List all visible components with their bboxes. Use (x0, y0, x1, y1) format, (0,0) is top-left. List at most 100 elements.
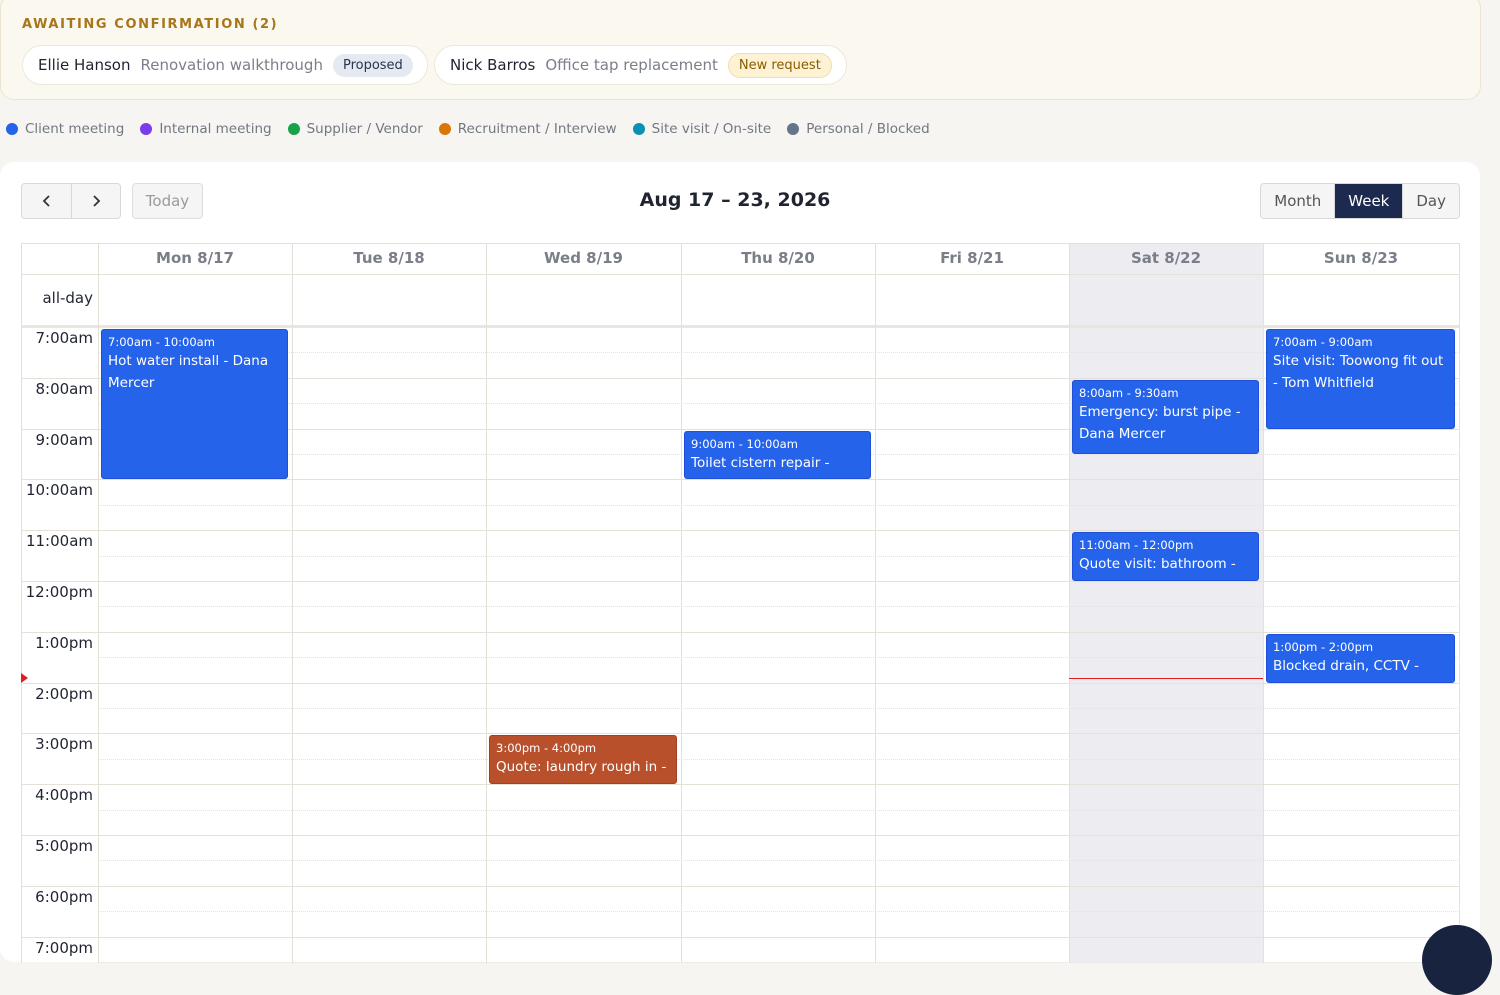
calendar-event[interactable]: 3:00pm - 4:00pm Quote: laundry rough in - (489, 735, 677, 785)
highlighted-day-column (1069, 243, 1263, 963)
column-line (486, 243, 487, 963)
hour-line (21, 631, 1460, 633)
time-label: 8:00am (35, 379, 94, 398)
date-range-title: Aug 17 – 23, 2026 (639, 189, 831, 211)
column-line (875, 243, 876, 963)
legend-dot (140, 123, 153, 135)
event-title: Hot water install - Dana Mercer (108, 353, 269, 391)
legend-item-personal-blocked: Personal / Blocked (787, 121, 930, 137)
awaiting-confirmation-panel: AWAITING CONFIRMATION (2) Ellie Hanson R… (0, 0, 1481, 100)
event-time: 1:00pm - 2:00pm (1273, 639, 1374, 654)
floating-action-button[interactable] (1422, 925, 1492, 995)
chevron-right-icon (93, 195, 101, 207)
column-line (1459, 243, 1460, 963)
time-label: 7:00pm (35, 938, 93, 957)
status-badge: Proposed (332, 53, 413, 77)
time-label: 5:00pm (35, 837, 93, 855)
view-day-button[interactable]: Day (1402, 184, 1459, 218)
awaiting-title: AWAITING CONFIRMATION (2) (22, 17, 279, 32)
event-time: 8:00am - 9:30am (1079, 385, 1179, 400)
allday-divider (21, 325, 1460, 328)
legend-item-supplier-vendor: Supplier / Vendor (287, 121, 423, 137)
today-button[interactable]: Today (132, 183, 203, 219)
view-switcher: Month Week Day (1260, 183, 1460, 219)
time-label: 2:00pm (35, 684, 93, 703)
half-hour-line (98, 657, 1460, 659)
request-name: Nick Barros (450, 56, 536, 74)
legend-dot (787, 123, 800, 135)
column-line (21, 243, 22, 963)
event-title: Emergency: burst pipe - Dana Mercer (1079, 403, 1241, 442)
event-time: 7:00am - 9:00am (1273, 335, 1373, 349)
hour-line (21, 479, 1460, 481)
day-header[interactable]: Sat 8/22 (1069, 243, 1263, 274)
legend-label: Supplier / Vendor (306, 121, 423, 137)
event-title: Quote visit: bathroom - (1079, 556, 1236, 573)
event-time: 3:00pm - 4:00pm (496, 741, 597, 756)
calendar-event[interactable]: 1:00pm - 2:00pm Blocked drain, CCTV - (1266, 633, 1455, 683)
column-line (98, 243, 99, 963)
day-header[interactable]: Thu 8/20 (681, 243, 875, 274)
event-time: 9:00am - 10:00am (691, 436, 798, 451)
column-line (1069, 243, 1070, 963)
calendar-event[interactable]: 7:00am - 9:00am Site visit: Toowong fit o… (1266, 329, 1455, 429)
legend-item-site-visit: Site visit / On-site (632, 121, 771, 137)
half-hour-line (98, 352, 1460, 354)
request-description: Renovation walkthrough (140, 56, 323, 74)
half-hour-line (98, 708, 1460, 709)
now-indicator-line (1069, 678, 1263, 680)
half-hour-line (98, 809, 1460, 811)
now-indicator-marker (21, 673, 28, 684)
day-header[interactable]: Fri 8/21 (875, 243, 1069, 274)
hour-line (21, 530, 1460, 532)
column-line (681, 243, 682, 963)
date-nav-group (21, 183, 121, 219)
day-header[interactable]: Mon 8/17 (98, 243, 292, 274)
half-hour-line (98, 606, 1460, 608)
view-month-button[interactable]: Month (1261, 184, 1335, 218)
time-label: 9:00am (35, 430, 94, 449)
hour-line (21, 733, 1460, 735)
request-chip-ellie-hanson[interactable]: Ellie Hanson Renovation walkthrough Prop… (22, 45, 428, 85)
hour-line (21, 682, 1460, 684)
time-label: 6:00pm (35, 887, 93, 906)
event-time: 11:00am - 12:00pm (1079, 538, 1194, 553)
time-label: 3:00pm (35, 735, 93, 754)
prev-week-button[interactable] (22, 184, 71, 218)
column-line (1263, 243, 1264, 963)
hour-line (21, 784, 1460, 786)
day-header[interactable]: Sun 8/23 (1263, 243, 1459, 274)
hour-line (21, 581, 1460, 582)
status-badge: New request (727, 52, 832, 78)
half-hour-line (98, 504, 1460, 506)
half-hour-line (98, 860, 1460, 862)
day-header[interactable]: Tue 8/18 (292, 243, 486, 274)
half-hour-line (98, 758, 1460, 760)
next-week-button[interactable] (71, 184, 120, 218)
calendar-event[interactable]: 7:00am - 10:00am Hot water install - Dana… (101, 329, 288, 480)
column-line (292, 243, 293, 963)
event-title: Toilet cistern repair - (691, 454, 830, 471)
header-divider (21, 274, 1460, 275)
calendar-event[interactable]: 8:00am - 9:30am Emergency: burst pipe - D… (1072, 379, 1259, 454)
view-week-button[interactable]: Week (1334, 184, 1403, 218)
category-legend: Client meeting Internal meeting Supplier… (6, 121, 946, 137)
request-description: Office tap replacement (545, 56, 718, 74)
event-title: Blocked drain, CCTV - (1273, 657, 1419, 674)
request-chip-nick-barros[interactable]: Nick Barros Office tap replacement New r… (434, 45, 847, 85)
legend-label: Recruitment / Interview (457, 121, 617, 137)
legend-item-recruitment-interview: Recruitment / Interview (438, 121, 617, 137)
calendar-event[interactable]: 11:00am - 12:00pm Quote visit: bathroom - (1072, 532, 1259, 581)
hour-line (21, 835, 1460, 836)
half-hour-line (98, 911, 1460, 913)
legend-dot (6, 123, 18, 135)
chevron-left-icon (42, 195, 50, 207)
time-label: 11:00am (25, 532, 93, 551)
time-label: 1:00pm (35, 633, 93, 652)
allday-label: all-day (42, 289, 93, 307)
calendar-event[interactable]: 9:00am - 10:00am Toilet cistern repair - (684, 430, 871, 480)
time-label: 4:00pm (35, 786, 93, 805)
request-name: Ellie Hanson (38, 56, 131, 74)
legend-dot (632, 123, 645, 135)
day-header[interactable]: Wed 8/19 (486, 243, 681, 274)
